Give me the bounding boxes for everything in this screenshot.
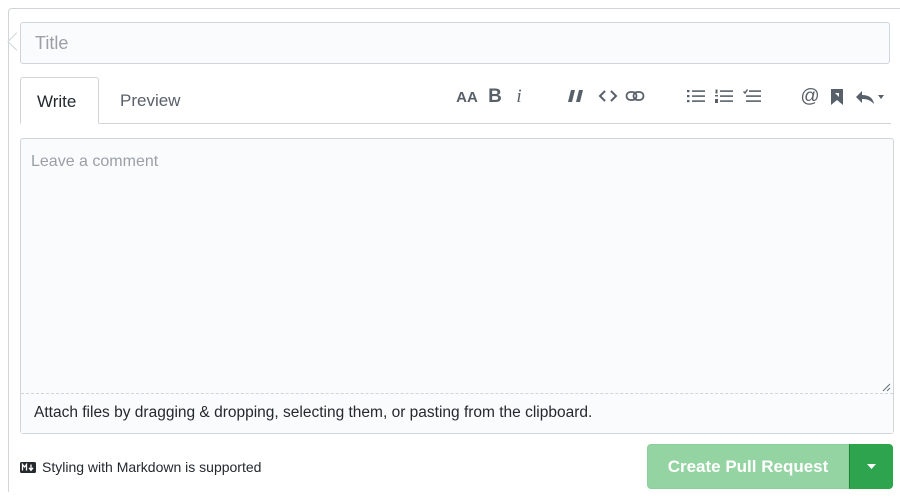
submit-button-group: Create Pull Request: [647, 444, 893, 489]
title-input[interactable]: [20, 22, 890, 64]
markdown-note-text: Styling with Markdown is supported: [42, 459, 262, 475]
markdown-icon: [20, 461, 36, 473]
text-size-icon[interactable]: AA: [454, 84, 480, 110]
text-size-glyph: AA: [456, 89, 478, 106]
create-pull-request-button[interactable]: Create Pull Request: [647, 444, 849, 489]
bold-glyph: B: [488, 86, 502, 107]
ordered-list-icon[interactable]: [712, 84, 736, 110]
attach-hint: Attach files by dragging & dropping, sel…: [34, 404, 593, 421]
italic-glyph: i: [516, 86, 522, 107]
reply-icon[interactable]: [853, 84, 887, 110]
submit-dropdown-button[interactable]: [849, 444, 893, 489]
bold-icon[interactable]: B: [486, 84, 504, 110]
link-icon[interactable]: [623, 84, 647, 110]
resize-handle-icon[interactable]: [881, 382, 891, 392]
comment-textarea[interactable]: [21, 139, 893, 393]
saved-reply-icon[interactable]: [826, 84, 848, 110]
tab-write[interactable]: Write: [20, 77, 99, 124]
quote-icon[interactable]: [563, 84, 587, 110]
tab-preview[interactable]: Preview: [104, 77, 196, 124]
code-icon[interactable]: [596, 84, 620, 110]
mention-glyph: @: [800, 86, 820, 107]
comment-box: Attach files by dragging & dropping, sel…: [20, 138, 894, 434]
markdown-note[interactable]: Styling with Markdown is supported: [20, 456, 261, 478]
tab-preview-label: Preview: [120, 91, 181, 110]
task-list-icon[interactable]: [740, 84, 764, 110]
unordered-list-icon[interactable]: [684, 84, 708, 110]
chevron-down-icon: [866, 463, 876, 469]
tab-write-label: Write: [37, 92, 77, 111]
file-drop-zone[interactable]: Attach files by dragging & dropping, sel…: [21, 393, 893, 433]
mention-icon[interactable]: @: [798, 84, 822, 110]
italic-icon[interactable]: i: [512, 84, 526, 110]
